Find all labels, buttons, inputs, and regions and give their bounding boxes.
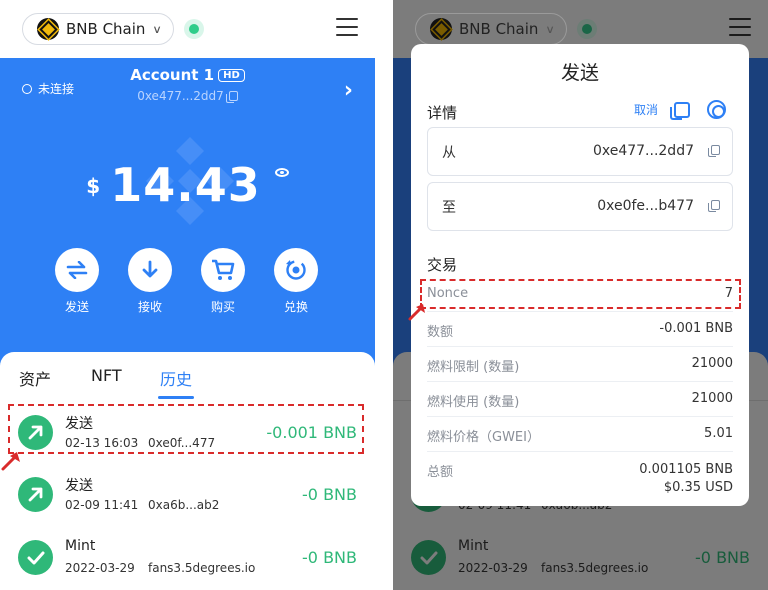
transaction-title: Mint	[65, 538, 96, 554]
transaction-date: 2022-03-29	[458, 561, 528, 575]
chain-name: BNB Chain	[66, 20, 146, 38]
gas-limit-value: 21000	[691, 356, 733, 371]
transaction-amount: -0 BNB	[695, 548, 750, 567]
transaction-row[interactable]: 发送 02-09 11:41 0xa6b...ab2 -0 BNB	[0, 465, 375, 527]
transaction-section-label: 交易	[427, 256, 458, 274]
gas-limit-label: 燃料限制 (数量)	[427, 360, 520, 375]
highlight-box	[8, 404, 364, 454]
amount-value: -0.001 BNB	[659, 321, 733, 336]
send-detail-modal: 发送 详情 取消 从 0xe477...2dd7 至 0xe0fe...b477…	[411, 44, 749, 506]
total-label: 总额	[427, 465, 454, 480]
gas-price-label: 燃料价格（GWEI）	[427, 430, 540, 445]
detail-row-amount: 数额 -0.001 BNB	[427, 312, 733, 347]
dimmed-transaction-row: Mint 2022-03-29 fans3.5degrees.io -0 BNB	[393, 528, 768, 590]
download-arrow-icon	[128, 248, 172, 292]
chevron-right-icon[interactable]: ›	[344, 80, 353, 102]
bottom-sheet: 资产 NFT 历史 发送 02-13 16:03 0xe0f...477 -0.…	[0, 352, 375, 590]
tab-bar: 资产 NFT 历史	[0, 352, 375, 400]
check-icon	[411, 540, 446, 575]
account-name-row[interactable]: Account 1 HD	[0, 66, 375, 84]
to-field: 至 0xe0fe...b477	[427, 182, 733, 231]
amount-label: 数额	[427, 325, 454, 340]
account-address: 0xe477...2dd7	[137, 89, 224, 103]
buy-action-button[interactable]: 购买	[195, 248, 251, 315]
screenshot-root: BNB Chain ∨ 未连接 Account 1 HD 0xe477...2d…	[0, 0, 768, 590]
currency-symbol: $	[86, 174, 101, 198]
chain-name: BNB Chain	[459, 20, 539, 38]
active-tab-indicator	[158, 396, 194, 399]
chain-selector[interactable]: BNB Chain ∨	[22, 13, 174, 45]
total-usd: $0.35 USD	[663, 480, 733, 495]
transaction-address: fans3.5degrees.io	[148, 561, 256, 575]
network-status-icon	[577, 19, 597, 39]
send-action-button[interactable]: 发送	[49, 248, 105, 315]
transaction-date: 02-09 11:41	[65, 498, 139, 512]
receive-action-label: 接收	[137, 300, 162, 314]
send-arrow-icon	[18, 477, 53, 512]
exchange-action-button[interactable]: 兑换	[268, 248, 324, 315]
total-value: 0.001105 BNB $0.35 USD	[639, 461, 733, 497]
browser-globe-icon[interactable]	[707, 100, 726, 119]
transaction-amount: -0 BNB	[302, 548, 357, 567]
transaction-amount: -0 BNB	[302, 485, 357, 504]
transaction-row[interactable]: Mint 2022-03-29 fans3.5degrees.io -0 BNB	[0, 528, 375, 590]
detail-row-gas-limit: 燃料限制 (数量) 21000	[427, 347, 733, 382]
check-icon	[18, 540, 53, 575]
gas-used-value: 21000	[691, 391, 733, 406]
tab-history[interactable]: 历史	[160, 366, 192, 390]
detail-row-gas-price: 燃料价格（GWEI） 5.01	[427, 417, 733, 452]
transaction-date: 2022-03-29	[65, 561, 135, 575]
account-hero: 未连接 Account 1 HD 0xe477...2dd7 › $14.43 发…	[0, 58, 375, 373]
pointer-arrow-icon	[408, 304, 425, 321]
exchange-cycle-icon	[274, 248, 318, 292]
buy-action-label: 购买	[210, 300, 235, 314]
chevron-down-icon: ∨	[152, 22, 163, 36]
wallet-home-panel: BNB Chain ∨ 未连接 Account 1 HD 0xe477...2d…	[0, 0, 375, 590]
account-address-row[interactable]: 0xe477...2dd7	[0, 89, 375, 103]
copy-icon[interactable]	[708, 200, 720, 212]
hamburger-menu-icon	[729, 18, 751, 36]
detail-row-gas-used: 燃料使用 (数量) 21000	[427, 382, 733, 417]
hd-badge: HD	[218, 69, 245, 82]
tab-assets[interactable]: 资产	[19, 366, 51, 390]
detail-row-total: 总额 0.001105 BNB $0.35 USD	[427, 452, 733, 500]
network-status-icon	[184, 19, 204, 39]
cancel-link[interactable]: 取消	[634, 101, 658, 118]
send-action-label: 发送	[64, 300, 89, 314]
copy-icon[interactable]	[225, 91, 238, 103]
details-section-label: 详情	[427, 104, 458, 122]
from-field: 从 0xe477...2dd7	[427, 127, 733, 176]
receive-action-button[interactable]: 接收	[122, 248, 178, 315]
transaction-address: fans3.5degrees.io	[541, 561, 649, 575]
balance-display: $14.43	[0, 158, 375, 212]
top-bar: BNB Chain ∨	[0, 0, 375, 58]
chevron-down-icon: ∨	[545, 22, 556, 36]
tab-nft[interactable]: NFT	[91, 366, 122, 385]
swap-arrows-icon	[55, 248, 99, 292]
hamburger-menu-icon[interactable]	[336, 18, 358, 36]
total-bnb: 0.001105 BNB	[639, 462, 733, 477]
gas-used-label: 燃料使用 (数量)	[427, 395, 520, 410]
copy-icon[interactable]	[670, 102, 690, 120]
copy-icon[interactable]	[708, 145, 720, 157]
eye-icon[interactable]	[274, 168, 289, 177]
gas-price-value: 5.01	[704, 426, 733, 441]
cart-icon	[201, 248, 245, 292]
account-name: Account 1	[130, 66, 215, 84]
dimmed-chain-selector: BNB Chain ∨	[415, 13, 567, 45]
transaction-address: 0xa6b...ab2	[148, 498, 220, 512]
pointer-arrow-icon	[1, 452, 20, 471]
balance-amount: 14.43	[110, 158, 261, 212]
exchange-action-label: 兑换	[283, 300, 308, 314]
from-label: 从	[442, 145, 456, 161]
transaction-title: 发送	[65, 478, 93, 494]
to-label: 至	[442, 200, 456, 216]
bnb-logo-icon	[37, 18, 59, 40]
transaction-title: Mint	[458, 538, 489, 554]
highlight-box	[420, 279, 741, 309]
modal-title: 发送	[560, 62, 599, 84]
from-address: 0xe477...2dd7	[592, 143, 694, 159]
to-address: 0xe0fe...b477	[597, 198, 694, 214]
bnb-logo-icon	[430, 18, 452, 40]
